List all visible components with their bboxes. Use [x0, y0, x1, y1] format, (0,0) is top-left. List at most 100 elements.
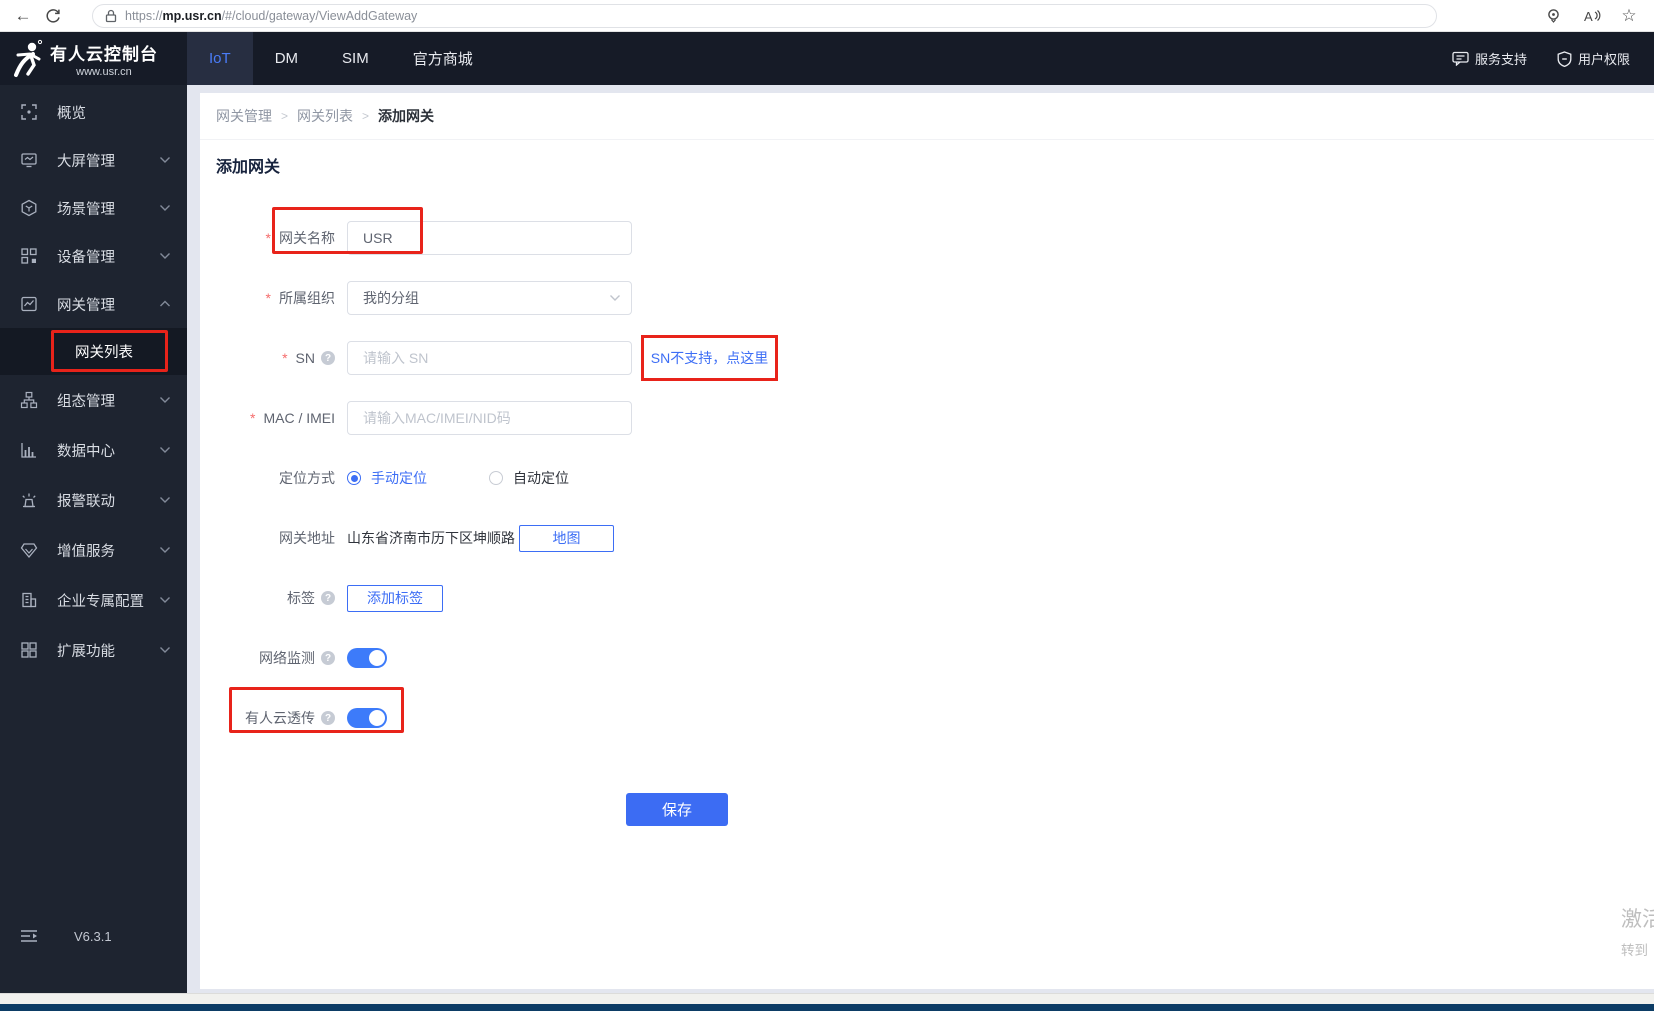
scene-icon [21, 199, 37, 217]
breadcrumb-separator: > [281, 109, 289, 123]
tab-iot[interactable]: IoT [187, 32, 253, 85]
gateway-name-row: * 网关名称 [216, 221, 1654, 255]
brand-title: 有人云控制台 [50, 44, 158, 64]
lock-icon [105, 9, 117, 22]
favorite-star-icon[interactable]: ☆ [1614, 4, 1644, 28]
grid-icon [21, 642, 37, 658]
topology-icon [20, 391, 38, 409]
chat-bubble-icon [1452, 51, 1469, 66]
browser-toolbar: ← https://mp.usr.cn/#/cloud/gateway/View… [0, 0, 1654, 32]
sidebar-subitem-gateway-list[interactable]: 网关列表 [0, 328, 187, 375]
sidebar-item-data-center[interactable]: 数据中心 [0, 425, 187, 475]
chevron-down-icon [610, 295, 620, 301]
read-aloud-icon[interactable]: A [1576, 4, 1606, 28]
sidebar-item-device-management[interactable]: 设备管理 [0, 232, 187, 280]
gateway-name-label: * 网关名称 [265, 230, 335, 246]
service-support-button[interactable]: 服务支持 [1452, 49, 1527, 68]
sidebar-collapse-icon[interactable] [20, 929, 38, 943]
tags-help-icon[interactable]: ? [321, 591, 335, 605]
gateway-name-input[interactable] [347, 221, 632, 255]
sidebar-item-configuration-management[interactable]: 组态管理 [0, 375, 187, 425]
add-gateway-form: *网关名称 *所属组织 我的分组 *SN? SN不支持，点这里 [216, 221, 1654, 826]
sidebar-item-extended-features[interactable]: 扩展功能 [0, 625, 187, 675]
organization-select[interactable]: 我的分组 [347, 281, 632, 315]
version-label: V6.3.1 [74, 928, 112, 944]
shield-icon [1557, 50, 1572, 67]
user-permission-button[interactable]: 用户权限 [1557, 49, 1630, 68]
chevron-down-icon [160, 547, 170, 553]
sidebar-item-screen-management[interactable]: 大屏管理 [0, 136, 187, 184]
organization-label: * 所属组织 [265, 290, 335, 306]
browser-back-icon[interactable]: ← [8, 4, 38, 28]
chevron-down-icon [160, 647, 170, 653]
sn-label: * SN? [216, 350, 347, 366]
manual-location-radio[interactable] [347, 471, 361, 485]
chevron-down-icon [160, 597, 170, 603]
sidebar-item-overview[interactable]: 概览 [0, 88, 187, 136]
bar-chart-icon [21, 443, 36, 458]
add-tag-button[interactable]: 添加标签 [347, 584, 443, 612]
address-bar[interactable]: https://mp.usr.cn/#/cloud/gateway/ViewAd… [92, 3, 1437, 28]
gateway-address-label: 网关地址 [279, 530, 335, 546]
sidebar-item-value-added-services[interactable]: 增值服务 [0, 525, 187, 575]
manual-location-radio-label[interactable]: 手动定位 [371, 468, 427, 488]
network-monitor-toggle[interactable] [347, 648, 387, 668]
sidebar-item-alarm-linkage[interactable]: 报警联动 [0, 475, 187, 525]
sidebar-item-scene-management[interactable]: 场景管理 [0, 184, 187, 232]
chevron-down-icon [160, 397, 170, 403]
breadcrumb-add-gateway: 添加网关 [378, 108, 435, 124]
usr-person-logo-icon [14, 39, 43, 77]
building-icon [22, 592, 37, 608]
breadcrumb-separator: > [362, 109, 370, 123]
chevron-down-icon [160, 157, 170, 163]
auto-location-radio-label[interactable]: 自动定位 [513, 468, 569, 488]
locate-icon[interactable] [1538, 4, 1568, 28]
main-background: 网关管理 > 网关列表 > 添加网关 添加网关 *网关名称 *所属组织 我的分组 [187, 85, 1654, 993]
sn-not-supported-link[interactable]: SN不支持，点这里 [651, 348, 768, 368]
app-header: 有人云控制台 www.usr.cn IoT DM SIM 官方商城 服务支持 用… [0, 32, 1654, 85]
breadcrumb-gateway-management[interactable]: 网关管理 [216, 106, 272, 126]
sidebar: 概览 大屏管理 场景管理 设备管理 网关管理 网关列表 组态管理 数据中心 报警… [0, 85, 187, 993]
activation-watermark: 激活 转到 [1621, 908, 1654, 958]
brand-subtitle: www.usr.cn [76, 65, 132, 78]
device-icon [21, 248, 37, 264]
screen-icon [21, 153, 37, 168]
svg-text:A: A [1584, 9, 1593, 24]
chevron-down-icon [160, 253, 170, 259]
chevron-down-icon [160, 205, 170, 211]
tab-sim[interactable]: SIM [320, 32, 391, 85]
tab-dm[interactable]: DM [253, 32, 320, 85]
brand-logo[interactable]: 有人云控制台 www.usr.cn [0, 32, 187, 85]
sidebar-item-enterprise-config[interactable]: 企业专属配置 [0, 575, 187, 625]
chevron-down-icon [160, 447, 170, 453]
content-card: 网关管理 > 网关列表 > 添加网关 添加网关 *网关名称 *所属组织 我的分组 [200, 93, 1654, 989]
breadcrumb-gateway-list[interactable]: 网关列表 [297, 106, 353, 126]
cloud-passthrough-toggle[interactable] [347, 708, 387, 728]
gateway-icon [21, 296, 37, 312]
sn-input[interactable] [347, 341, 632, 375]
save-row: 保存 [216, 792, 1654, 826]
mac-imei-row: * MAC / IMEI [216, 401, 1654, 435]
network-monitor-label: 网络监测? [216, 648, 347, 668]
cloud-passthrough-help-icon[interactable]: ? [321, 711, 335, 725]
taskbar-edge [0, 1004, 1654, 1011]
network-monitor-help-icon[interactable]: ? [321, 651, 335, 665]
save-button[interactable]: 保存 [626, 792, 728, 826]
tab-official-store[interactable]: 官方商城 [391, 32, 495, 85]
chevron-down-icon [160, 497, 170, 503]
page-root: ← https://mp.usr.cn/#/cloud/gateway/View… [0, 0, 1654, 1011]
browser-refresh-icon[interactable] [38, 4, 68, 28]
cloud-passthrough-row: 有人云透传? [216, 701, 1654, 735]
map-button[interactable]: 地图 [519, 524, 614, 552]
mac-imei-input[interactable] [347, 401, 632, 435]
sn-help-icon[interactable]: ? [321, 351, 335, 365]
organization-row: * 所属组织 我的分组 [216, 281, 1654, 315]
location-mode-row: 定位方式 手动定位 自动定位 [216, 461, 1654, 495]
sidebar-item-gateway-management[interactable]: 网关管理 [0, 280, 187, 328]
gateway-address-value: 山东省济南市历下区坤顺路 [347, 530, 515, 546]
auto-location-radio[interactable] [489, 471, 503, 485]
gateway-address-row: 网关地址 山东省济南市历下区坤顺路 地图 [216, 521, 1654, 555]
alarm-icon [22, 493, 36, 508]
gem-icon [20, 543, 38, 559]
overview-icon [21, 104, 37, 120]
